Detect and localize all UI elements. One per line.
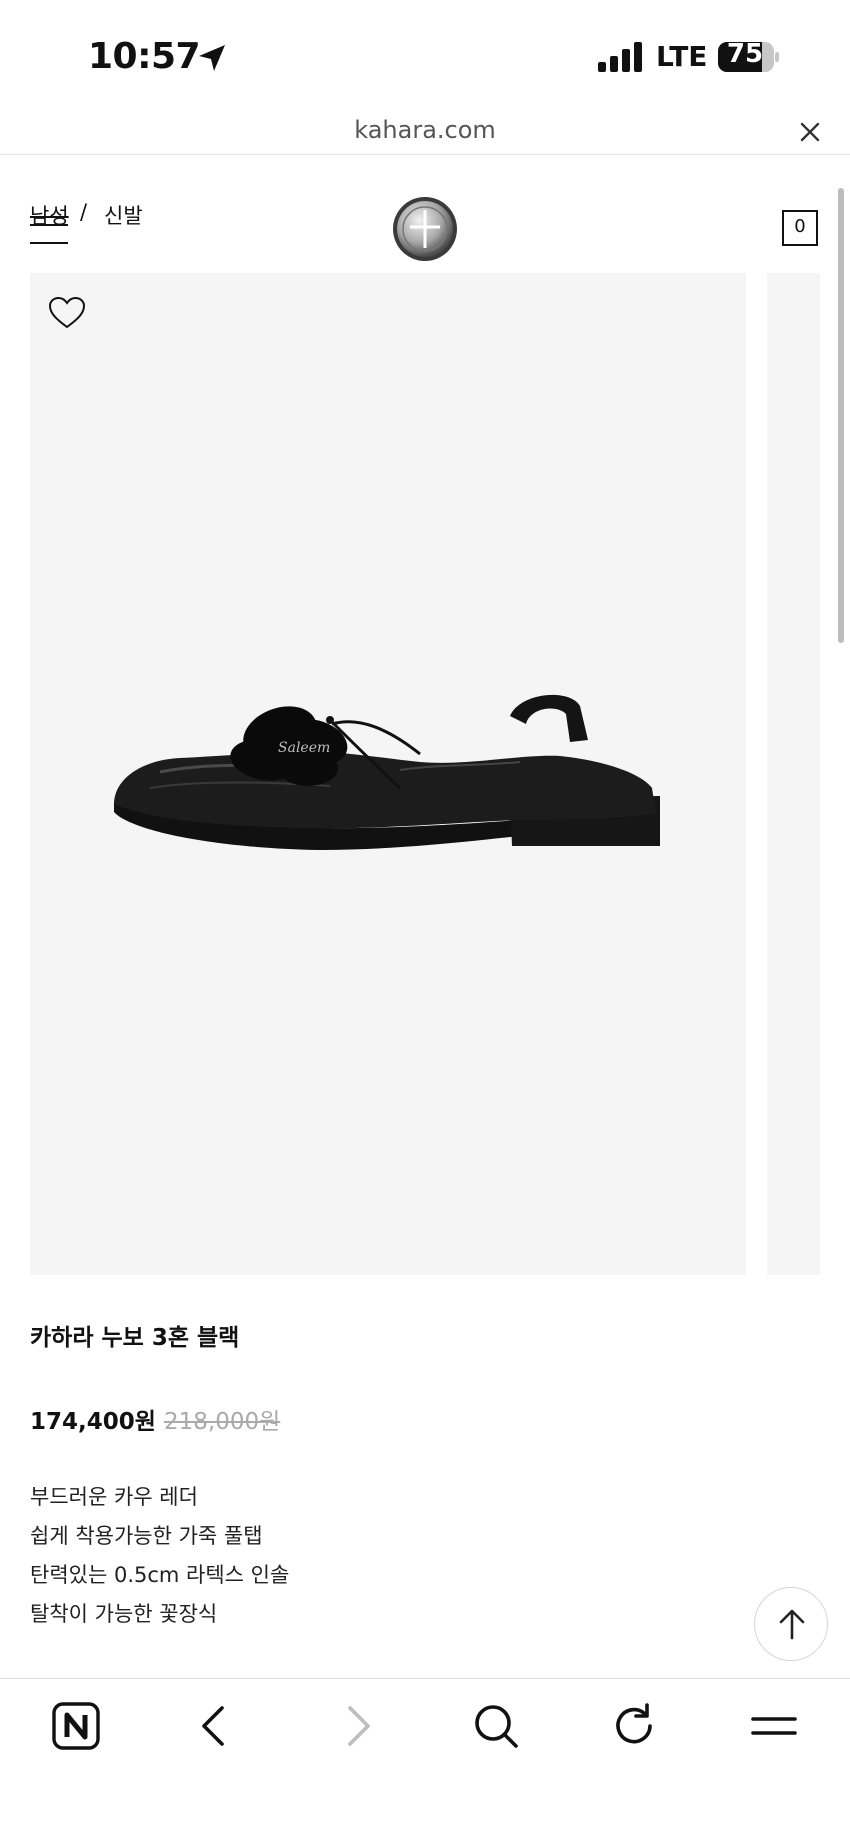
naver-home-icon[interactable] xyxy=(50,1700,102,1752)
address-bar[interactable]: kahara.com xyxy=(0,116,850,144)
svg-text:Saleem: Saleem xyxy=(278,740,330,756)
original-price: 218,000원 xyxy=(164,1409,281,1435)
breadcrumb-shoes[interactable]: 신발 xyxy=(104,200,143,230)
forward-icon[interactable] xyxy=(330,1700,382,1752)
logo-icon[interactable] xyxy=(392,196,458,262)
status-time: 10:57 xyxy=(88,36,201,77)
search-icon[interactable] xyxy=(470,1700,522,1752)
scroll-top-button[interactable] xyxy=(754,1587,828,1661)
feature-item: 쉽게 착용가능한 가죽 풀탭 xyxy=(30,1524,263,1548)
browser-menu-icon[interactable] xyxy=(748,1700,800,1752)
breadcrumb-separator: / xyxy=(80,200,88,224)
heart-icon[interactable] xyxy=(48,296,86,330)
toolbar-divider xyxy=(0,1678,850,1679)
sale-price: 174,400원 xyxy=(30,1409,156,1435)
next-product-image[interactable] xyxy=(767,273,820,1275)
menu-icon[interactable] xyxy=(30,224,68,246)
network-label: LTE xyxy=(656,40,708,73)
feature-item: 탈착이 가능한 꽃장식 xyxy=(30,1602,218,1626)
close-icon[interactable] xyxy=(796,118,824,146)
arrow-up-icon xyxy=(779,1609,805,1640)
back-icon[interactable] xyxy=(190,1700,242,1752)
signal-icon xyxy=(598,42,642,72)
location-arrow-icon xyxy=(199,45,225,71)
feature-item: 탄력있는 0.5cm 라텍스 인솔 xyxy=(30,1563,290,1587)
reload-icon[interactable] xyxy=(608,1700,660,1752)
product-name: 카하라 누보 3혼 블랙 xyxy=(30,1325,240,1351)
address-bar-divider xyxy=(0,154,850,155)
loafer-photo: Saleem xyxy=(114,694,660,850)
cart-icon[interactable]: 0 xyxy=(782,210,818,246)
feature-item: 부드러운 카우 레더 xyxy=(30,1485,198,1509)
page-scrollbar[interactable] xyxy=(838,188,844,643)
battery-level: 75 xyxy=(726,39,764,69)
